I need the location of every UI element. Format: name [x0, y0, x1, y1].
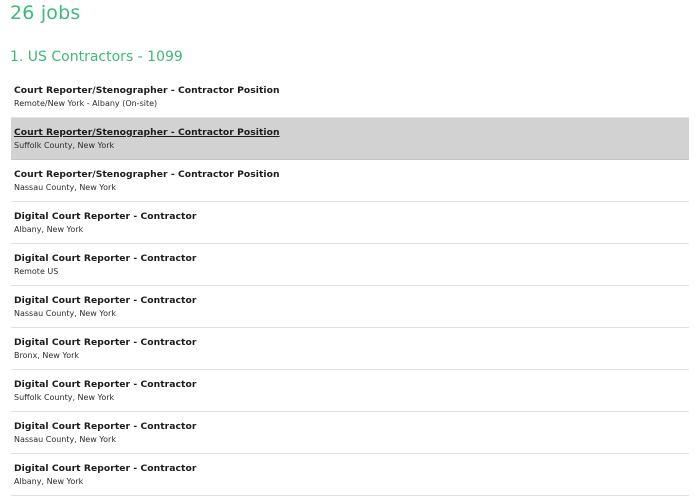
job-location: Nassau County, New York: [14, 309, 116, 318]
job-title-link[interactable]: Digital Court Reporter - Contractor: [14, 211, 196, 222]
job-location: Albany, New York: [14, 225, 84, 234]
job-title-link[interactable]: Digital Court Reporter - Contractor: [14, 253, 196, 264]
job-list-item[interactable]: Digital Court Reporter - Contractor Nass…: [11, 286, 689, 328]
job-list-item[interactable]: Digital Court Reporter - Contractor Alba…: [11, 202, 689, 244]
job-location: Albany, New York: [14, 477, 84, 486]
job-list-item[interactable]: Court Reporter/Stenographer - Contractor…: [11, 118, 689, 160]
job-location: Bronx, New York: [14, 351, 80, 360]
job-title-link[interactable]: Court Reporter/Stenographer - Contractor…: [14, 169, 280, 180]
job-list-item[interactable]: Digital Court Reporter - Contractor Remo…: [11, 244, 689, 286]
job-title-link[interactable]: Court Reporter/Stenographer - Contractor…: [14, 127, 280, 138]
job-list-item[interactable]: Digital Court Reporter - Contractor Nass…: [11, 412, 689, 454]
job-location: Suffolk County, New York: [14, 141, 115, 150]
job-list-item[interactable]: Court Reporter/Stenographer - Contractor…: [11, 160, 689, 202]
jobs-count-heading: 26 jobs: [10, 2, 81, 24]
job-list: Court Reporter/Stenographer - Contractor…: [11, 76, 689, 496]
section-title: 1. US Contractors - 1099: [10, 49, 183, 65]
job-location: Remote/New York - Albany (On-site): [14, 99, 158, 108]
job-list-item[interactable]: Digital Court Reporter - Contractor Alba…: [11, 454, 689, 496]
job-list-item[interactable]: Digital Court Reporter - Contractor Bron…: [11, 328, 689, 370]
job-list-item[interactable]: Digital Court Reporter - Contractor Suff…: [11, 370, 689, 412]
job-location: Nassau County, New York: [14, 435, 116, 444]
job-title-link[interactable]: Digital Court Reporter - Contractor: [14, 379, 196, 390]
job-listings-page: 26 jobs 1. US Contractors - 1099 Court R…: [0, 0, 700, 496]
job-location: Remote US: [14, 267, 59, 276]
job-title-link[interactable]: Court Reporter/Stenographer - Contractor…: [14, 85, 280, 96]
job-title-link[interactable]: Digital Court Reporter - Contractor: [14, 295, 196, 306]
job-list-item[interactable]: Court Reporter/Stenographer - Contractor…: [11, 76, 689, 118]
job-location: Suffolk County, New York: [14, 393, 115, 402]
job-title-link[interactable]: Digital Court Reporter - Contractor: [14, 463, 196, 474]
job-location: Nassau County, New York: [14, 183, 116, 192]
job-title-link[interactable]: Digital Court Reporter - Contractor: [14, 337, 196, 348]
job-title-link[interactable]: Digital Court Reporter - Contractor: [14, 421, 196, 432]
